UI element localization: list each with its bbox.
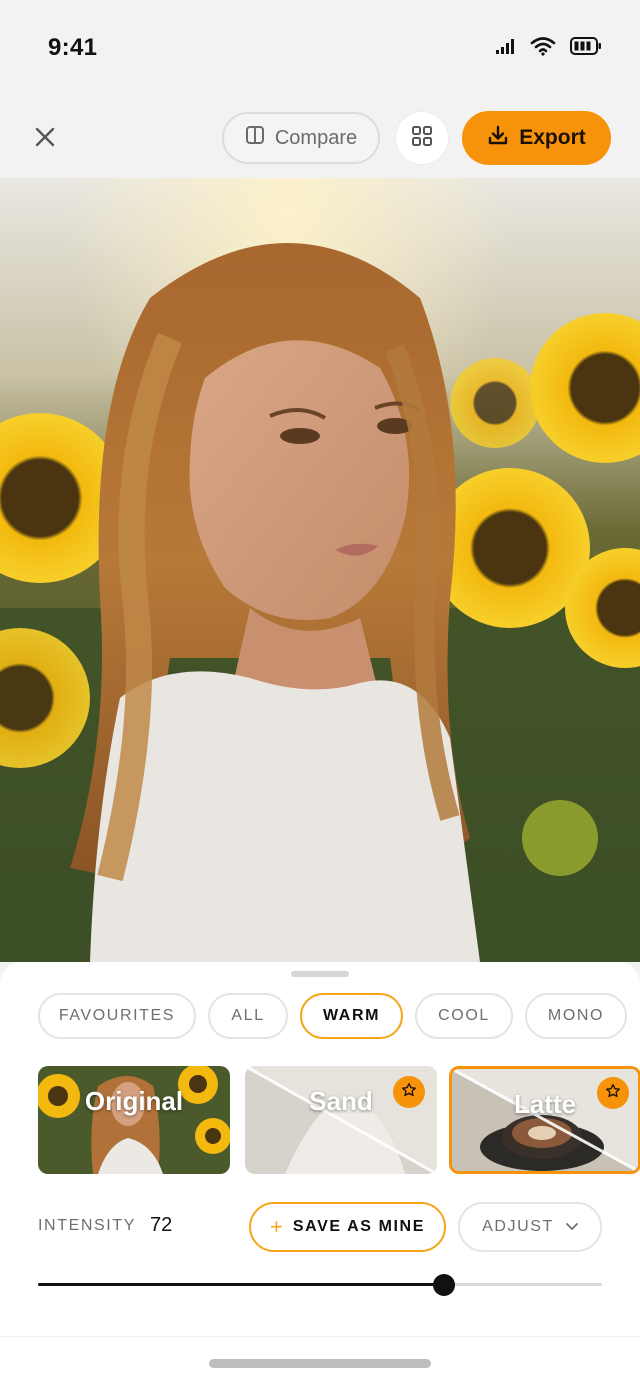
intensity-value: 72 — [150, 1214, 173, 1236]
status-icons — [496, 36, 602, 61]
download-icon — [487, 124, 509, 152]
star-icon — [401, 1082, 417, 1103]
star-icon — [605, 1083, 621, 1104]
chip-cool[interactable]: COOL — [415, 993, 513, 1039]
chevron-down-icon — [566, 1218, 578, 1236]
portrait-photo — [0, 178, 640, 962]
status-time: 9:41 — [48, 34, 98, 61]
filter-category-chips: FAVOURITES ALL WARM COOL MONO — [38, 993, 627, 1039]
sheet-grabber[interactable] — [291, 971, 349, 977]
grid-view-button[interactable] — [396, 112, 448, 164]
preset-carousel: Original Sand Latte — [38, 1066, 640, 1176]
status-bar: 9:41 — [0, 0, 640, 96]
export-button[interactable]: Export — [462, 111, 611, 165]
intensity-controls: INTENSITY 72 + SAVE AS MINE ADJUST — [38, 1202, 602, 1252]
chip-favourites[interactable]: FAVOURITES — [38, 993, 196, 1039]
split-view-icon — [245, 125, 265, 151]
home-indicator[interactable] — [209, 1359, 431, 1368]
intensity-slider[interactable] — [38, 1274, 602, 1296]
filters-sheet: FAVOURITES ALL WARM COOL MONO Original S… — [0, 962, 640, 1336]
save-as-mine-button[interactable]: + SAVE AS MINE — [249, 1202, 446, 1252]
preset-thumbnail — [38, 1066, 230, 1174]
editor-toolbar: Compare Export — [0, 100, 640, 178]
compare-button[interactable]: Compare — [222, 112, 380, 164]
adjust-label: ADJUST — [482, 1218, 554, 1235]
intensity-label: INTENSITY — [38, 1217, 136, 1234]
export-label: Export — [519, 126, 586, 149]
close-icon — [34, 126, 56, 153]
preset-label: Original — [84, 1086, 184, 1116]
chip-warm[interactable]: WARM — [300, 993, 403, 1039]
slider-thumb[interactable] — [433, 1274, 456, 1296]
wifi-icon — [530, 36, 556, 61]
preset-sand[interactable]: Sand — [245, 1066, 437, 1174]
close-button[interactable] — [24, 118, 66, 160]
slider-fill — [38, 1283, 445, 1286]
favourite-star-button[interactable] — [597, 1077, 629, 1109]
preset-original[interactable]: Original — [38, 1066, 230, 1174]
chip-mono[interactable]: MONO — [525, 993, 627, 1039]
save-as-mine-label: SAVE AS MINE — [292, 1218, 425, 1235]
favourite-star-button[interactable] — [393, 1076, 425, 1108]
compare-label: Compare — [274, 126, 358, 149]
grid-icon — [411, 125, 433, 152]
signal-icon — [496, 38, 516, 59]
chip-all[interactable]: ALL — [208, 993, 288, 1039]
plus-icon: + — [270, 1214, 283, 1239]
photo-preview[interactable] — [0, 178, 640, 962]
adjust-button[interactable]: ADJUST — [458, 1202, 602, 1252]
preset-latte[interactable]: Latte — [449, 1066, 640, 1174]
battery-icon — [570, 37, 602, 60]
